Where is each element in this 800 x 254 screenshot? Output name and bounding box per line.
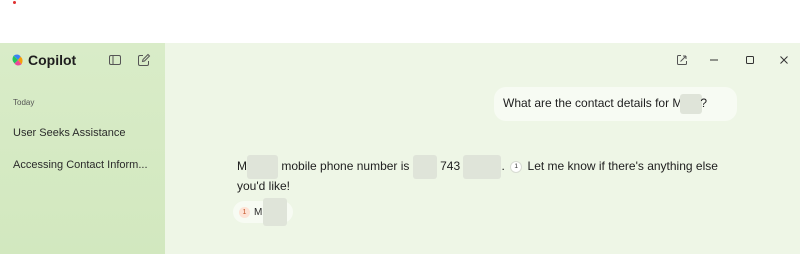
redacted-number-suffix <box>463 155 502 179</box>
assistant-message: M mobile phone number is 743 . 1 Let me … <box>237 155 737 194</box>
maximize-icon[interactable] <box>742 52 758 68</box>
minimize-icon[interactable] <box>706 52 722 68</box>
source-chip[interactable]: 1 M <box>233 198 293 226</box>
sidebar: Copilot Today User Seeks Assistance Acce… <box>0 43 165 254</box>
source-number: 1 <box>239 206 250 218</box>
popout-icon[interactable] <box>674 52 690 68</box>
copilot-logo-icon <box>12 54 23 66</box>
user-message-bubble: What are the contact details for M? <box>494 87 737 121</box>
copilot-window: Copilot Today User Seeks Assistance Acce… <box>0 43 800 254</box>
conversation-item-2[interactable]: Accessing Contact Inform... <box>13 159 148 171</box>
sidebar-toggle-icon[interactable] <box>108 53 122 67</box>
redacted-number-prefix <box>412 155 437 179</box>
citation-marker[interactable]: 1 <box>510 161 523 173</box>
new-chat-icon[interactable] <box>137 53 151 67</box>
redacted-name <box>247 155 278 179</box>
source-label: M <box>254 206 263 218</box>
redacted-source-name <box>263 198 288 226</box>
conversation-item-1[interactable]: User Seeks Assistance <box>13 127 126 139</box>
brand: Copilot <box>11 52 76 68</box>
section-label-today: Today <box>13 98 35 107</box>
brand-name: Copilot <box>28 52 77 68</box>
user-message-text: What are the contact details for M? <box>503 94 707 114</box>
close-icon[interactable] <box>776 52 792 68</box>
indicator-dot <box>13 1 16 4</box>
